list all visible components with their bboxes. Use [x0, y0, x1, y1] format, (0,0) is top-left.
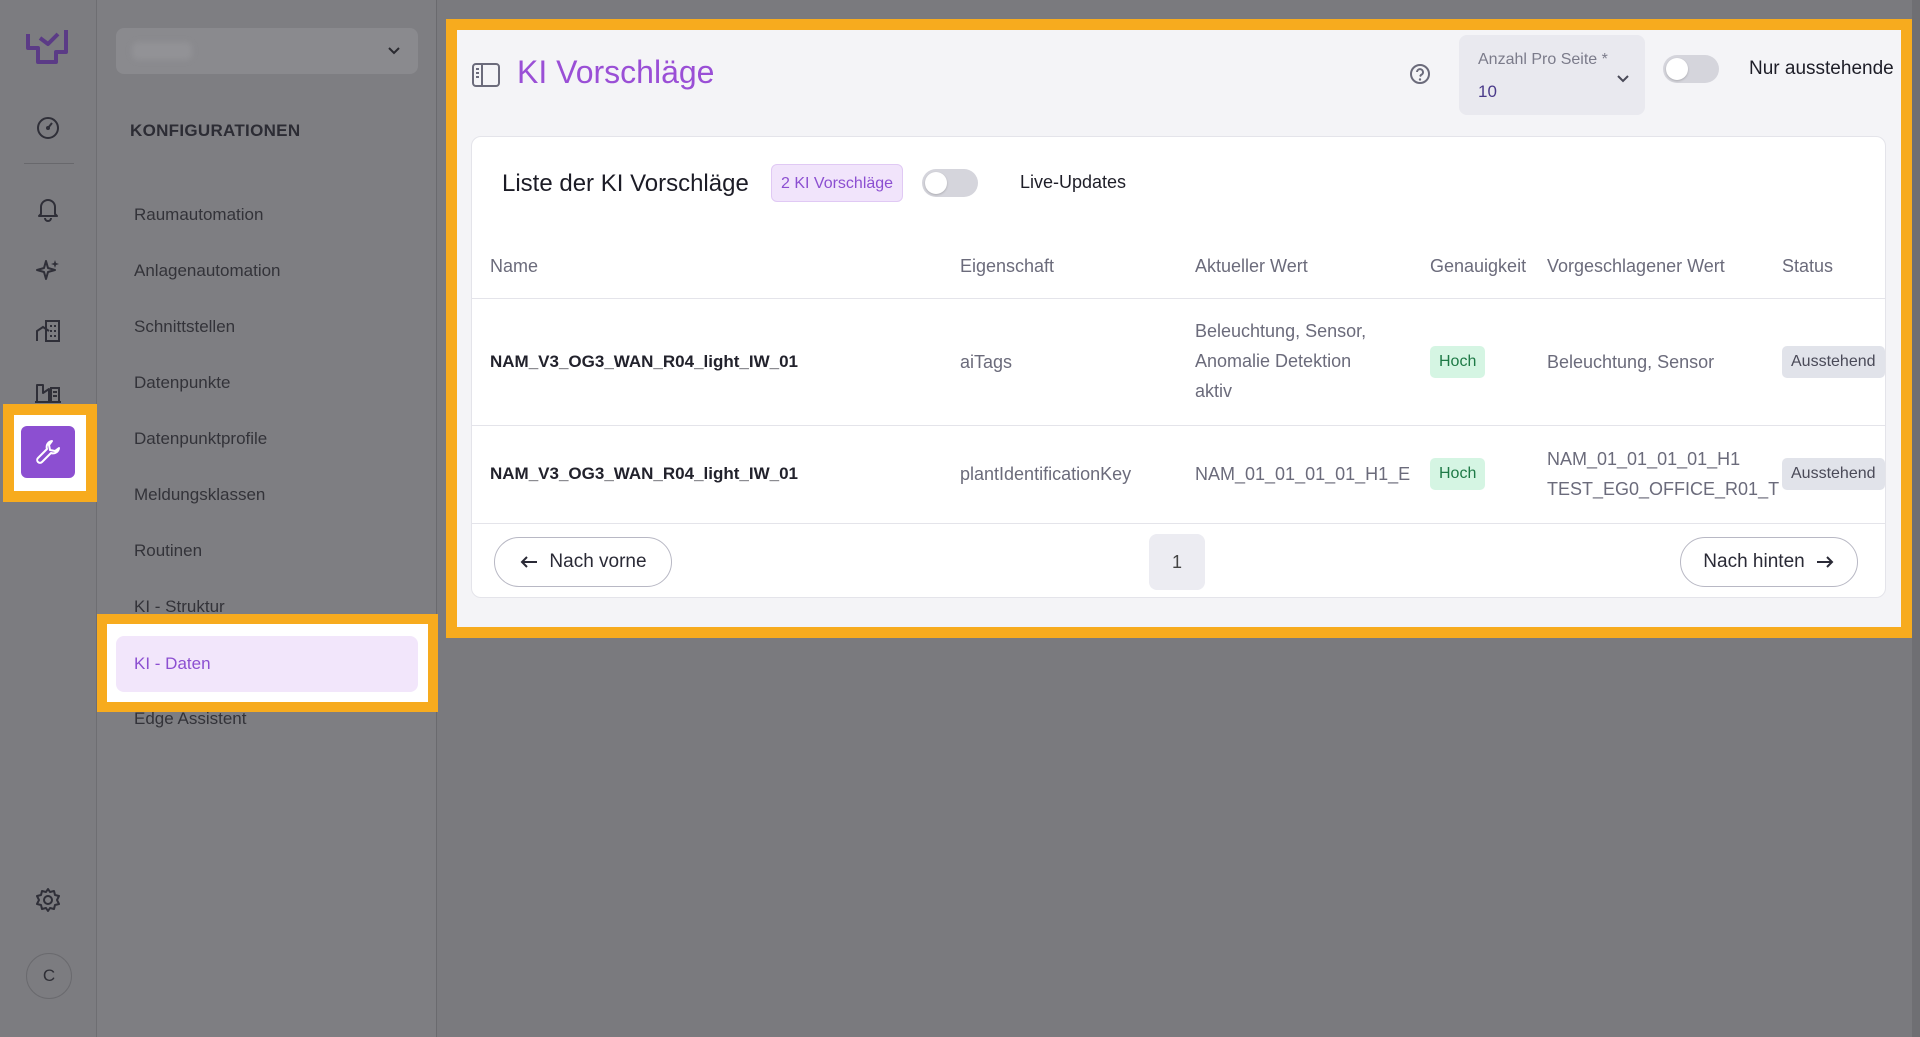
status-badge: Ausstehend	[1782, 458, 1885, 490]
dashboard-icon[interactable]	[30, 110, 66, 146]
page-title: KI Vorschläge	[517, 54, 715, 90]
cell-line: Anomalie Detektion	[1195, 351, 1352, 371]
per-page-select[interactable]: Anzahl Pro Seite * 10	[1459, 35, 1645, 115]
status-badge: Ausstehend	[1782, 346, 1885, 378]
table-row[interactable]: NAM_V3_OG3_WAN_R04_light_IW_01 aiTags Be…	[472, 299, 1885, 426]
sidebar-item-schnittstellen[interactable]: Schnittstellen	[134, 317, 235, 337]
sidebar-item-ki-daten[interactable]: KI - Daten	[116, 636, 418, 692]
wrench-icon[interactable]	[21, 426, 75, 478]
cell-property: plantIdentificationKey	[960, 464, 1132, 484]
sidebar-item-datenpunktprofile[interactable]: Datenpunktprofile	[134, 429, 267, 449]
icon-rail: C	[0, 0, 97, 1037]
column-header-current-value[interactable]: Aktueller Wert	[1195, 256, 1308, 277]
sidebar-item-raumautomation[interactable]: Raumautomation	[134, 205, 263, 225]
sidebar-item-meldungsklassen[interactable]: Meldungsklassen	[134, 485, 265, 505]
column-header-suggested-value[interactable]: Vorgeschlagener Wert	[1547, 256, 1725, 277]
toggle-knob	[925, 172, 947, 194]
help-icon[interactable]	[1409, 63, 1431, 90]
prev-page-label: Nach vorne	[549, 551, 647, 572]
cell-line: Beleuchtung, Sensor	[1547, 352, 1715, 372]
sidebar-toggle-icon[interactable]	[471, 62, 501, 93]
cell-name: NAM_V3_OG3_WAN_R04_light_IW_01	[490, 464, 798, 483]
sidebar-item-edge-assistent[interactable]: Edge Assistent	[134, 709, 246, 729]
live-updates-label: Live-Updates	[1020, 172, 1127, 192]
next-page-label: Nach hinten	[1703, 551, 1805, 572]
cell-line: NAM_01_01_01_01_H1_E(	[1195, 464, 1411, 484]
prev-page-button[interactable]: Nach vorne	[494, 537, 672, 587]
cell-suggested-value: Beleuchtung, Sensor	[1547, 347, 1714, 377]
page-number-button[interactable]: 1	[1149, 534, 1205, 590]
column-header-status[interactable]: Status	[1782, 256, 1833, 277]
column-header-property[interactable]: Eigenschaft	[960, 256, 1054, 277]
window-edge	[1912, 0, 1920, 1037]
only-pending-toggle[interactable]	[1663, 55, 1719, 83]
main-content: KI Vorschläge Anzahl Pro Seite * 10 Nur …	[457, 30, 1901, 627]
gear-icon[interactable]	[30, 882, 66, 918]
app-logo-icon[interactable]	[24, 26, 70, 66]
cell-line: Beleuchtung, Sensor,	[1195, 321, 1367, 341]
sparkles-icon[interactable]	[30, 252, 66, 288]
list-title: Liste der KI Vorschläge	[502, 170, 749, 197]
count-badge: 2 KI Vorschläge	[771, 164, 904, 202]
section-title: KONFIGURATIONEN	[130, 121, 301, 140]
suggestions-card: Liste der KI Vorschläge 2 KI Vorschläge …	[471, 136, 1886, 598]
cell-current-value: NAM_01_01_01_01_H1_E(	[1195, 459, 1411, 489]
bell-icon[interactable]	[30, 191, 66, 227]
cell-current-value: Beleuchtung, Sensor, Anomalie Detektion …	[1195, 316, 1366, 406]
chevron-down-icon	[1615, 70, 1631, 91]
sidebar-item-routinen[interactable]: Routinen	[134, 541, 202, 561]
cell-line: aktiv	[1195, 381, 1233, 401]
arrow-left-icon	[520, 556, 538, 568]
sidebar-item-anlagenautomation[interactable]: Anlagenautomation	[134, 261, 281, 281]
cell-property: aiTags	[960, 352, 1013, 372]
next-page-button[interactable]: Nach hinten	[1680, 537, 1858, 587]
live-updates-toggle[interactable]	[922, 169, 978, 197]
cell-line: TEST_EG0_OFFICE_R01_T	[1547, 479, 1780, 499]
organization-name-redacted	[132, 42, 192, 60]
toggle-knob	[1666, 58, 1688, 80]
cell-line: NAM_01_01_01_01_H1	[1547, 449, 1741, 469]
only-pending-label: Nur ausstehende	[1749, 58, 1894, 79]
arrow-right-icon	[1816, 556, 1834, 568]
organization-select[interactable]	[116, 28, 418, 74]
per-page-value: 10	[1478, 82, 1497, 101]
table-row[interactable]: NAM_V3_OG3_WAN_R04_light_IW_01 plantIden…	[472, 426, 1885, 524]
cell-name: NAM_V3_OG3_WAN_R04_light_IW_01	[490, 352, 798, 371]
config-sidebar: KONFIGURATIONEN Raumautomation Anlagenau…	[97, 0, 438, 1037]
column-header-accuracy[interactable]: Genauigkeit	[1430, 256, 1526, 277]
column-header-name[interactable]: Name	[490, 256, 538, 277]
accuracy-badge: Hoch	[1430, 458, 1486, 490]
building-icon[interactable]	[30, 313, 66, 349]
accuracy-badge: Hoch	[1430, 346, 1486, 378]
sidebar-item-datenpunkte[interactable]: Datenpunkte	[134, 373, 230, 393]
rail-divider	[24, 163, 74, 164]
table-header: Name Eigenschaft Aktueller Wert Genauigk…	[472, 233, 1885, 299]
sidebar-item-label: KI - Daten	[134, 654, 211, 673]
per-page-label: Anzahl Pro Seite *	[1478, 51, 1608, 68]
cell-suggested-value: NAM_01_01_01_01_H1 TEST_EG0_OFFICE_R01_T	[1547, 444, 1779, 504]
chevron-down-icon	[386, 42, 402, 63]
user-avatar[interactable]: C	[26, 953, 72, 999]
